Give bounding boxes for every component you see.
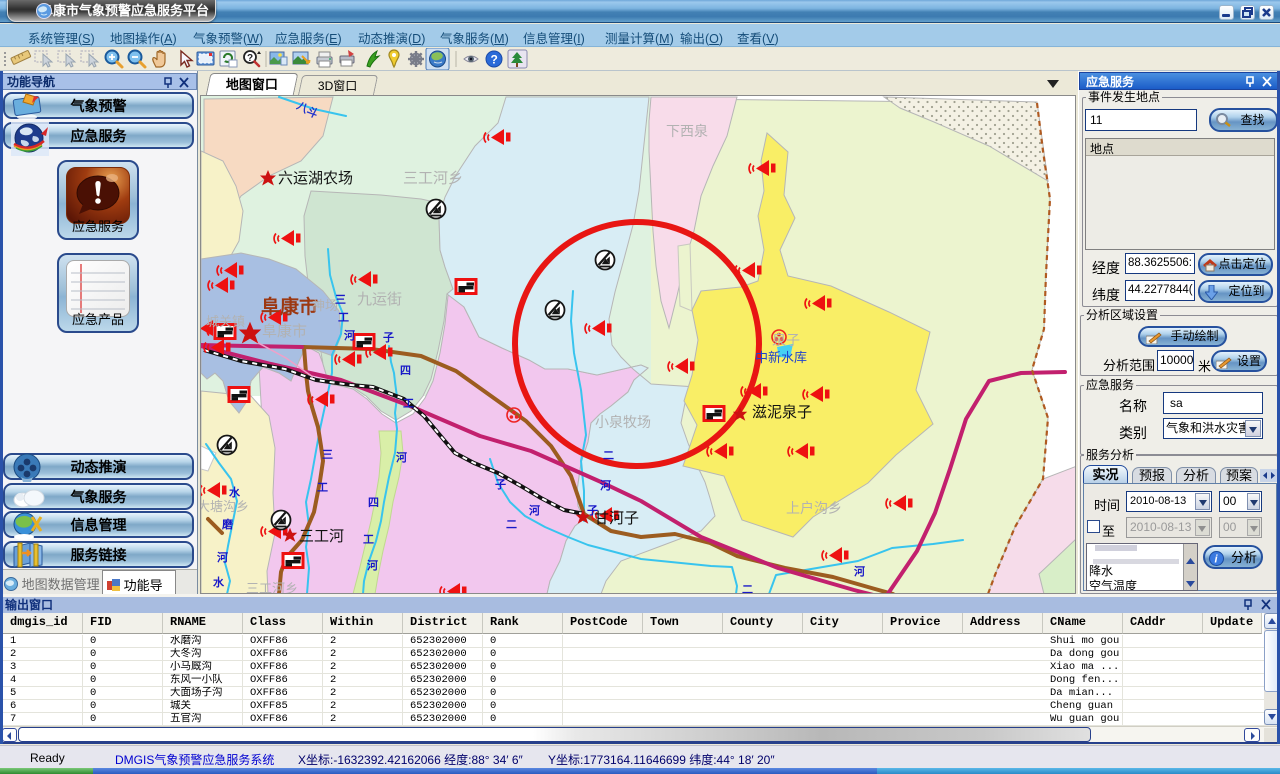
svg-text:三: 三 [335, 293, 346, 306]
svg-text:河: 河 [367, 558, 378, 572]
svg-text:工: 工 [363, 533, 374, 546]
svg-text:?: ? [247, 53, 253, 64]
svg-text:四: 四 [368, 496, 379, 509]
svg-text:水: 水 [213, 575, 225, 589]
svg-text:滋泥泉子: 滋泥泉子 [752, 404, 812, 421]
svg-text:三工河乡: 三工河乡 [246, 581, 298, 594]
svg-text:磨: 磨 [221, 517, 234, 531]
svg-text:工: 工 [403, 397, 414, 410]
svg-text:阜康市: 阜康市 [261, 295, 318, 318]
svg-text:上户沟乡: 上户沟乡 [786, 500, 842, 516]
svg-text:子: 子 [495, 478, 506, 491]
svg-text:河: 河 [217, 550, 228, 564]
svg-text:河: 河 [396, 450, 407, 464]
svg-text:工: 工 [317, 481, 328, 494]
svg-text:河: 河 [600, 478, 611, 492]
svg-text:三工河乡: 三工河乡 [403, 170, 463, 187]
svg-text:河: 河 [344, 328, 355, 342]
svg-text:二: 二 [603, 450, 614, 462]
svg-text:子: 子 [383, 331, 394, 344]
svg-text:甘河子: 甘河子 [594, 510, 639, 527]
svg-text:三: 三 [322, 448, 333, 461]
svg-text:河: 河 [529, 503, 540, 517]
svg-text:河: 河 [854, 564, 865, 578]
svg-text:下西泉: 下西泉 [666, 123, 708, 139]
svg-text:六运湖农场: 六运湖农场 [278, 170, 353, 187]
svg-text:九运街: 九运街 [357, 291, 402, 308]
svg-text:阜康市: 阜康市 [262, 323, 307, 340]
svg-text:中新水库: 中新水库 [755, 350, 807, 365]
svg-text:大塘沟乡: 大塘沟乡 [201, 499, 249, 514]
svg-text:泉子: 泉子 [772, 332, 800, 348]
svg-text:工: 工 [338, 311, 349, 324]
svg-text:二: 二 [742, 584, 753, 594]
svg-text:小泉牧场: 小泉牧场 [595, 414, 651, 430]
svg-text:四: 四 [400, 364, 411, 377]
svg-text:?: ? [491, 53, 498, 67]
svg-text:二: 二 [506, 519, 517, 531]
svg-text:三工河: 三工河 [299, 528, 344, 545]
svg-text:子: 子 [587, 504, 598, 517]
svg-text:城关镇: 城关镇 [206, 314, 245, 329]
svg-text:水: 水 [229, 485, 241, 499]
